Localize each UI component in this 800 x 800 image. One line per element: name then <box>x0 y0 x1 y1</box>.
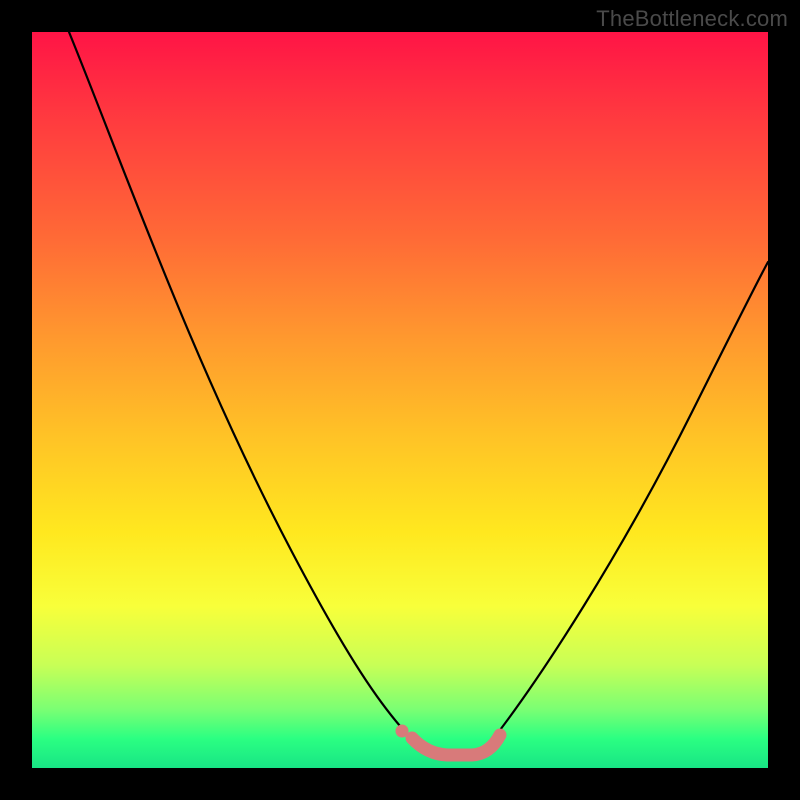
chart-frame: TheBottleneck.com <box>0 0 800 800</box>
curve-layer <box>32 32 768 768</box>
valley-dot <box>396 725 409 738</box>
watermark-text: TheBottleneck.com <box>596 6 788 32</box>
valley-floor <box>412 735 500 755</box>
right-curve <box>487 262 768 747</box>
left-curve <box>69 32 420 747</box>
plot-area <box>32 32 768 768</box>
